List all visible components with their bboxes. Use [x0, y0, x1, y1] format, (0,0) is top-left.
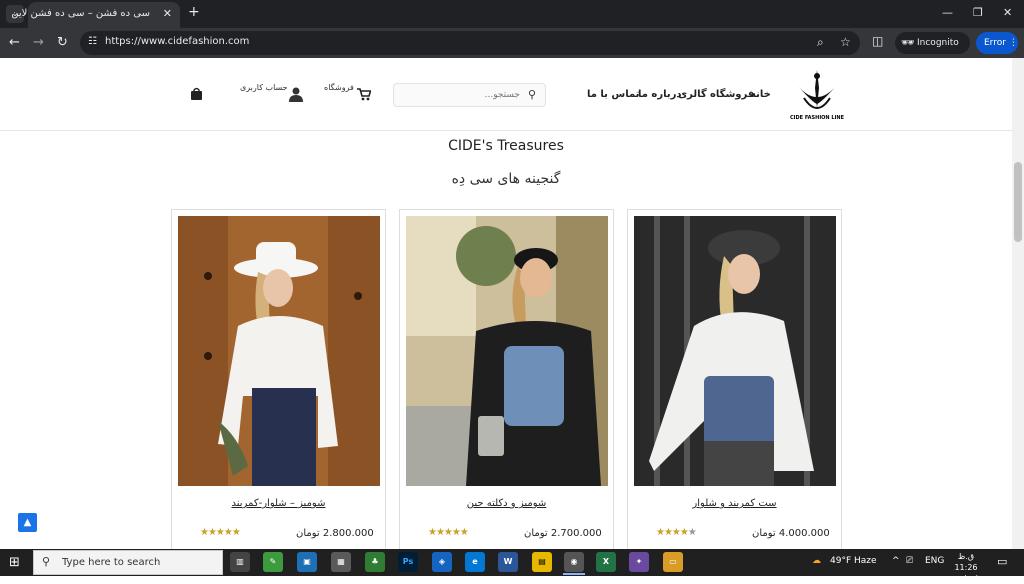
- product-name[interactable]: شومیز – شلوار-کمربند: [172, 498, 385, 509]
- taskbar-search-box[interactable]: ⚲ Type here to search: [33, 550, 223, 575]
- search-icon[interactable]: ⚲: [528, 88, 536, 101]
- product-price: 2.800.000 تومان: [296, 528, 374, 539]
- scrollbar-thumb[interactable]: [1014, 162, 1022, 242]
- weather-text[interactable]: 49°F Haze: [830, 556, 877, 566]
- browser-toolbar: ← → ↻ ☷ https://www.cidefashion.com ⌕ ☆ …: [0, 28, 1024, 70]
- tab-title: سی ده فشن – سی ده فشن لاین: [11, 8, 150, 19]
- shopping-bag-icon[interactable]: [190, 87, 203, 100]
- notification-icon[interactable]: ▭: [997, 555, 1007, 568]
- windows-start-icon[interactable]: ⊞: [9, 555, 20, 570]
- search-icon: ⚲: [42, 555, 51, 568]
- restore-icon[interactable]: ❐: [973, 6, 983, 19]
- app-blue-icon[interactable]: ◈: [432, 552, 452, 572]
- product-card[interactable]: شومیز و دکلته جین 2.700.000 تومان ★★★★★: [399, 209, 614, 549]
- system-clock[interactable]: ق.ظ 11:26 ۱۴۰۲/۱۲/۰۲: [946, 551, 986, 584]
- page-scrollbar[interactable]: [1012, 58, 1024, 549]
- back-icon[interactable]: ←: [9, 35, 20, 50]
- excel-icon[interactable]: X: [596, 552, 616, 572]
- tray-chevron-icon[interactable]: ^: [892, 556, 900, 566]
- account-label[interactable]: حساب کاربری: [240, 83, 288, 92]
- cart-icon[interactable]: [357, 88, 371, 101]
- photoshop-icon[interactable]: Ps: [398, 552, 418, 572]
- clock-time: ق.ظ 11:26: [954, 552, 978, 572]
- logo-caption: CIDE FASHION LINE: [789, 115, 845, 121]
- nav-about[interactable]: درباره ما: [638, 89, 682, 100]
- section-title-en: CIDE's Treasures: [448, 138, 564, 154]
- section-title-fa: گنجینه های سی دِه: [451, 171, 561, 187]
- sticky-notes-icon[interactable]: ▤: [532, 552, 552, 572]
- product-image[interactable]: [634, 216, 836, 486]
- shop-label[interactable]: فروشگاه: [324, 83, 354, 92]
- search-input[interactable]: [400, 87, 520, 103]
- url-text[interactable]: https://www.cidefashion.com: [105, 36, 249, 47]
- site-header: CIDE FASHION LINE خانه فروشگاه گالری درب…: [0, 58, 1012, 131]
- chrome-icon[interactable]: ◉: [564, 552, 584, 572]
- active-app-indicator: [563, 573, 585, 575]
- error-label: Error: [984, 38, 1006, 48]
- product-price: 4.000.000 تومان: [752, 528, 830, 539]
- product-image[interactable]: [406, 216, 608, 486]
- product-photo-illustration: [406, 216, 608, 486]
- network-icon[interactable]: ⎚: [906, 556, 913, 566]
- app-tree-icon[interactable]: ♣: [365, 552, 385, 572]
- nav-contact[interactable]: تماس با ما: [587, 89, 639, 100]
- windows-taskbar: ⊞ ⚲ Type here to search ▥ ✎ ▣ ▦ ♣ Ps ◈ e…: [0, 549, 1024, 583]
- weather-icon[interactable]: ☁: [812, 556, 821, 566]
- file-explorer-icon[interactable]: ▭: [663, 552, 683, 572]
- product-name[interactable]: ست کمربند و شلوار: [628, 498, 841, 509]
- new-tab-button[interactable]: +: [188, 4, 200, 20]
- browser-tab-active[interactable]: سی ده فشن – سی ده فشن لاین ✕: [11, 2, 180, 28]
- search-box: ⚲: [393, 83, 546, 107]
- nav-shop[interactable]: فروشگاه: [710, 89, 754, 100]
- rating-stars: ★★★★★: [656, 527, 697, 538]
- incognito-indicator[interactable]: 🕶 Incognito (2): [895, 32, 970, 70]
- site-info-icon[interactable]: ☷: [88, 36, 97, 47]
- cide-logo[interactable]: [792, 68, 842, 122]
- product-name[interactable]: شومیز و دکلته جین: [400, 498, 613, 509]
- product-card[interactable]: ست کمربند و شلوار 4.000.000 تومان ★★★★★: [627, 209, 842, 549]
- product-photo-illustration: [178, 216, 380, 486]
- address-bar[interactable]: ☷ https://www.cidefashion.com ⌕ ☆: [80, 31, 860, 55]
- zoom-icon[interactable]: ⌕: [817, 35, 824, 50]
- bookmark-star-icon[interactable]: ☆: [840, 35, 851, 49]
- close-window-icon[interactable]: ✕: [1003, 6, 1012, 19]
- taskbar-search-text: Type here to search: [62, 557, 161, 568]
- browser-tab-strip: ⌄ سی ده فشن – سی ده فشن لاین ✕ + — ❐ ✕: [0, 0, 1024, 28]
- task-view-icon[interactable]: ▥: [230, 552, 250, 572]
- word-icon[interactable]: W: [498, 552, 518, 572]
- app-purple-icon[interactable]: ✦: [629, 552, 649, 572]
- language-indicator[interactable]: ENG: [925, 556, 944, 566]
- tab-close-icon[interactable]: ✕: [163, 7, 172, 20]
- incognito-icon: 🕶: [901, 36, 915, 49]
- error-button[interactable]: Error ⋮: [976, 32, 1018, 54]
- app-green-icon[interactable]: ✎: [263, 552, 283, 572]
- product-image[interactable]: [178, 216, 380, 486]
- calculator-icon[interactable]: ▦: [331, 552, 351, 572]
- clock-date: ۱۴۰۲/۱۲/۰۲: [946, 574, 986, 583]
- nav-gallery[interactable]: گالری: [678, 89, 707, 100]
- minimize-icon[interactable]: —: [942, 6, 953, 19]
- rating-stars: ★★★★★: [428, 527, 469, 538]
- web-page: CIDE FASHION LINE خانه فروشگاه گالری درب…: [0, 58, 1012, 549]
- edge-icon[interactable]: e: [465, 552, 485, 572]
- app-meet-icon[interactable]: ▣: [297, 552, 317, 572]
- scroll-to-top-button[interactable]: ▲: [18, 513, 37, 532]
- rating-stars: ★★★★★: [200, 527, 241, 538]
- product-price: 2.700.000 تومان: [524, 528, 602, 539]
- menu-kebab-icon: ⋮: [1008, 38, 1018, 48]
- reload-icon[interactable]: ↻: [57, 35, 68, 50]
- user-icon[interactable]: [289, 87, 303, 102]
- side-panel-icon[interactable]: ◫: [872, 34, 883, 48]
- product-photo-illustration: [634, 216, 836, 486]
- product-card[interactable]: شومیز – شلوار-کمربند 2.800.000 تومان ★★★…: [171, 209, 386, 549]
- forward-icon[interactable]: →: [33, 35, 44, 50]
